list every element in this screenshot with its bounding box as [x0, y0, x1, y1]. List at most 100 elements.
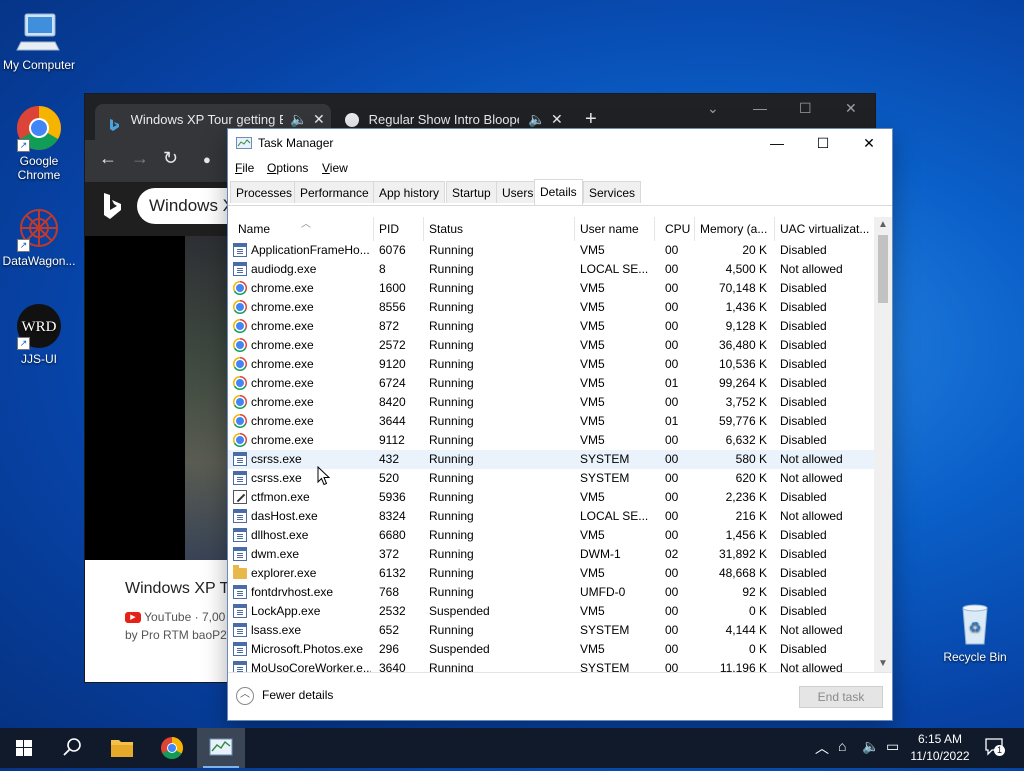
cell-uac: Disabled — [780, 319, 827, 333]
cell-pid: 6724 — [379, 376, 406, 390]
taskbar-task-manager[interactable] — [197, 728, 245, 768]
column-header-memory[interactable]: Memory (a... — [695, 217, 775, 241]
cell-uac: Disabled — [780, 414, 827, 428]
cell-uac: Disabled — [780, 585, 827, 599]
desktop-icon-recycle-bin[interactable]: ♻ Recycle Bin — [935, 600, 1015, 664]
search-button[interactable] — [48, 728, 96, 768]
cell-user: LOCAL SE... — [580, 262, 649, 276]
cell-mem: 59,776 K — [718, 414, 767, 428]
table-row[interactable]: chrome.exe 2572 Running VM5 00 36,480 K Disabl… — [228, 336, 874, 355]
table-row[interactable]: dllhost.exe 6680 Running VM5 00 1,456 K Disabl… — [228, 526, 874, 545]
column-header-name[interactable]: ︿ Name — [233, 217, 374, 241]
cell-status: Running — [429, 281, 474, 295]
cell-uac: Disabled — [780, 528, 827, 542]
volume-icon[interactable]: 🔈 — [862, 738, 879, 755]
network-icon[interactable]: ⌂ — [838, 738, 846, 754]
cell-cpu: 00 — [665, 452, 679, 466]
tab-startup[interactable]: Startup — [446, 181, 497, 203]
table-row[interactable]: LockApp.exe 2532 Suspended VM5 00 0 K Disabled — [228, 602, 874, 621]
notifications-icon[interactable]: 1 — [984, 736, 1005, 759]
cell-status: Running — [429, 661, 474, 672]
scrollbar-thumb[interactable] — [878, 235, 888, 303]
bing-logo-icon[interactable] — [101, 192, 123, 223]
column-header-uac[interactable]: UAC virtualizat... — [775, 217, 874, 241]
task-manager-titlebar: Task Manager — ☐ ✕ — [228, 129, 892, 158]
table-row[interactable]: chrome.exe 9120 Running VM5 00 10,536 K Disabl… — [228, 355, 874, 374]
maximize-icon[interactable]: ☐ — [799, 100, 812, 117]
desktop-icon-datawagon[interactable]: ↗ DataWagon... — [0, 204, 79, 268]
forward-icon[interactable]: → — [131, 148, 149, 169]
tab-search-icon[interactable]: ⌄ — [707, 100, 719, 117]
desktop-icon-jjs-ui[interactable]: WRD ↗ JJS-UI — [0, 302, 79, 366]
cell-pid: 872 — [379, 319, 400, 333]
input-method-icon[interactable]: ▭ — [886, 738, 899, 755]
taskbar-chrome[interactable] — [148, 728, 196, 768]
task-manager-window: Task Manager — ☐ ✕ File Options View Pro… — [228, 129, 892, 720]
tab-services[interactable]: Services — [583, 181, 642, 203]
cell-uac: Disabled — [780, 604, 827, 618]
tab-app-history[interactable]: App history — [373, 181, 446, 203]
table-row[interactable]: ctfmon.exe 5936 Running VM5 00 2,236 K Disable… — [228, 488, 874, 507]
cell-pid: 8324 — [379, 509, 406, 523]
table-row[interactable]: chrome.exe 872 Running VM5 00 9,128 K Disabled — [228, 317, 874, 336]
cell-cpu: 00 — [665, 262, 679, 276]
desktop-icon-google-chrome[interactable]: ↗ Google Chrome — [0, 104, 79, 182]
reload-icon[interactable]: ↻ — [163, 148, 178, 169]
taskbar-file-explorer[interactable] — [98, 728, 146, 768]
start-button[interactable] — [0, 728, 48, 768]
menu-view[interactable]: View — [322, 161, 348, 175]
table-row[interactable]: chrome.exe 9112 Running VM5 00 6,632 K Disable… — [228, 431, 874, 450]
minimize-icon[interactable]: — — [753, 100, 767, 116]
fewer-details-button[interactable]: ︿ Fewer details — [236, 687, 333, 705]
table-row[interactable]: audiodg.exe 8 Running LOCAL SE... 00 4,500 K N… — [228, 260, 874, 279]
scroll-down-icon[interactable]: ▼ — [874, 656, 892, 672]
table-row[interactable]: ApplicationFrameHo... 6076 Running VM5 00 20 … — [228, 241, 874, 260]
application-icon — [233, 243, 247, 257]
table-row[interactable]: chrome.exe 1600 Running VM5 00 70,148 K Disabl… — [228, 279, 874, 298]
cell-status: Running — [429, 471, 474, 485]
table-row[interactable]: fontdrvhost.exe 768 Running UMFD-0 00 92 K Dis… — [228, 583, 874, 602]
menu-options[interactable]: Options — [267, 161, 308, 175]
cell-status: Running — [429, 243, 474, 257]
cell-name: LockApp.exe — [251, 604, 321, 618]
desktop-icon-my-computer[interactable]: My Computer — [0, 8, 79, 72]
cell-status: Running — [429, 623, 474, 637]
table-row[interactable]: Microsoft.Photos.exe 296 Suspended VM5 00 0 K… — [228, 640, 874, 659]
close-button[interactable]: ✕ — [846, 129, 892, 158]
tab-users[interactable]: Users — [496, 181, 540, 203]
table-row[interactable]: MoUsoCoreWorker.e... 3640 Running SYSTEM 00 1… — [228, 659, 874, 672]
table-row[interactable]: lsass.exe 652 Running SYSTEM 00 4,144 K Not al… — [228, 621, 874, 640]
table-row[interactable]: chrome.exe 3644 Running VM5 01 59,776 K Disabl… — [228, 412, 874, 431]
cell-name: chrome.exe — [251, 433, 314, 447]
tab-processes[interactable]: Processes — [230, 181, 299, 203]
vertical-scrollbar[interactable]: ▲ ▼ — [874, 217, 892, 672]
scroll-up-icon[interactable]: ▲ — [874, 217, 892, 233]
column-header-pid[interactable]: PID — [374, 217, 424, 241]
table-row[interactable]: explorer.exe 6132 Running VM5 00 48,668 K Disa… — [228, 564, 874, 583]
table-row[interactable]: chrome.exe 8556 Running VM5 00 1,436 K Disable… — [228, 298, 874, 317]
system-clock[interactable]: 6:15 AM 11/10/2022 — [900, 731, 980, 765]
column-header-status[interactable]: Status — [424, 217, 575, 241]
show-hidden-icons-icon[interactable]: ︿ — [815, 738, 829, 758]
back-icon[interactable]: ← — [99, 148, 117, 169]
cell-user: SYSTEM — [580, 623, 630, 637]
column-header-user-name[interactable]: User name — [575, 217, 655, 241]
menu-file[interactable]: File — [235, 161, 254, 175]
chevron-up-icon: ︿ — [236, 687, 254, 705]
result-source-text: YouTube · 7,00 — [144, 610, 226, 624]
column-header-cpu[interactable]: CPU — [655, 217, 695, 241]
table-row[interactable]: dasHost.exe 8324 Running LOCAL SE... 00 216 K… — [228, 507, 874, 526]
tab-performance[interactable]: Performance — [294, 181, 375, 203]
tab-details[interactable]: Details — [534, 179, 583, 205]
maximize-button[interactable]: ☐ — [800, 129, 846, 158]
result-title[interactable]: Windows XP To — [125, 580, 236, 598]
menu-options-accel: O — [267, 161, 277, 175]
table-row[interactable]: chrome.exe 6724 Running VM5 01 99,264 K Disabl… — [228, 374, 874, 393]
table-row[interactable]: dwm.exe 372 Running DWM-1 02 31,892 K Disabled — [228, 545, 874, 564]
end-task-button[interactable]: End task — [799, 686, 883, 708]
minimize-button[interactable]: — — [754, 129, 800, 158]
jjs-ui-icon: WRD ↗ — [15, 302, 63, 350]
close-icon[interactable]: ✕ — [845, 100, 857, 117]
table-row[interactable]: chrome.exe 8420 Running VM5 00 3,752 K Disable… — [228, 393, 874, 412]
task-manager-icon — [209, 738, 233, 756]
